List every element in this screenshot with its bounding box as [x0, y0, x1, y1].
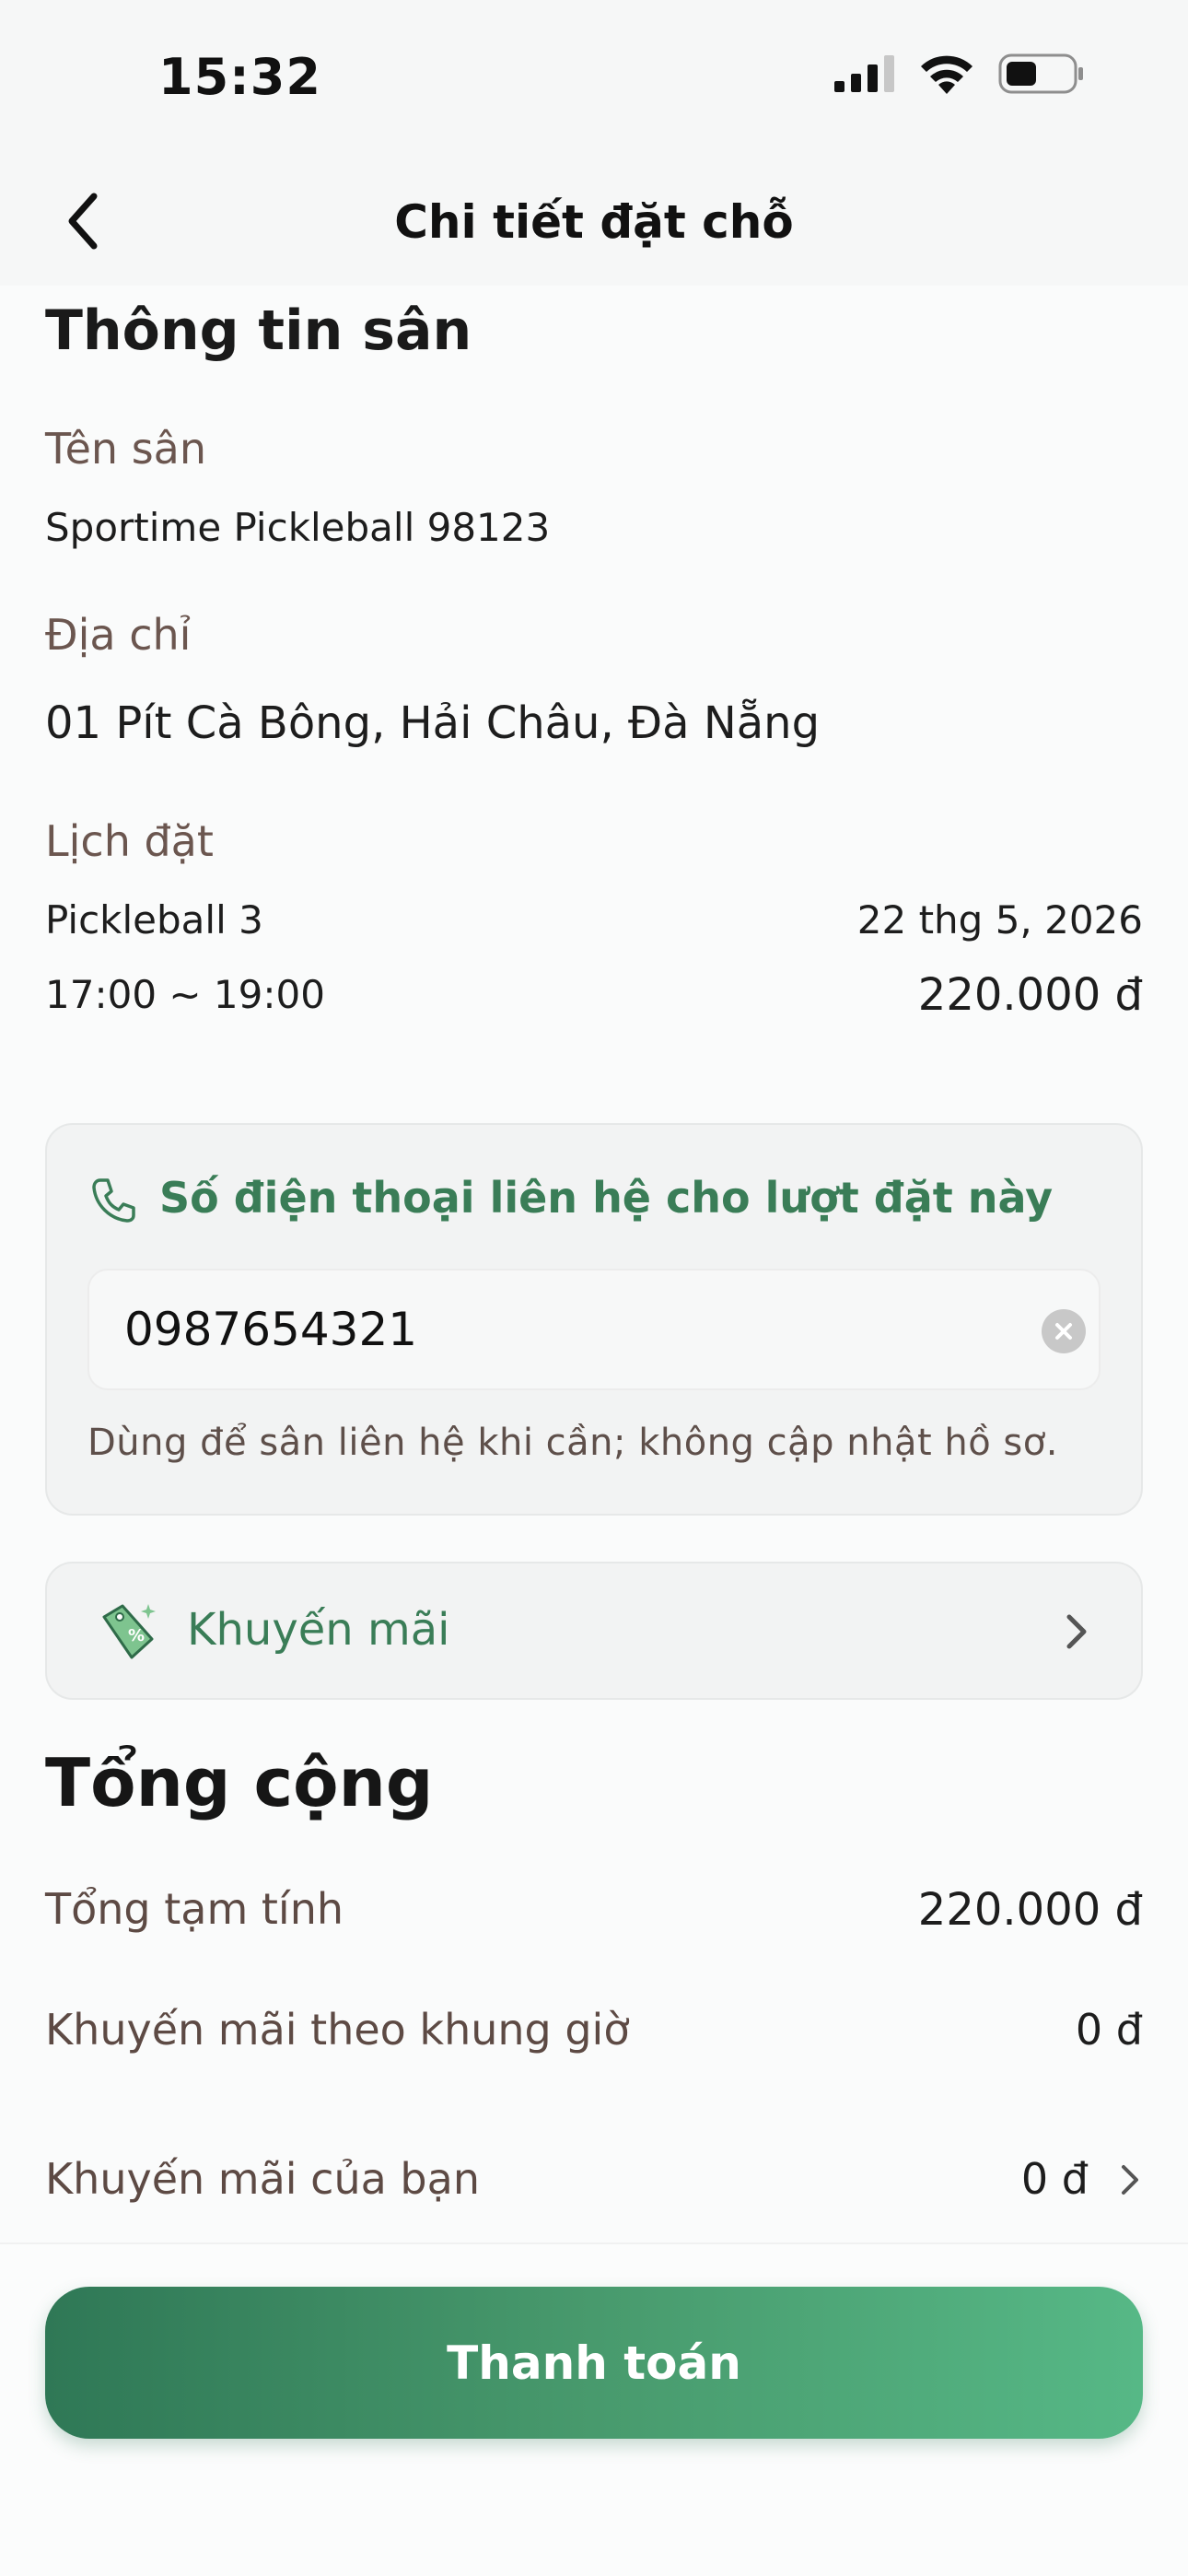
address-value: 01 Pít Cà Bông, Hải Châu, Đà Nẵng [45, 697, 821, 749]
promotion-row[interactable]: % Khuyến mãi [45, 1562, 1143, 1700]
svg-text:%: % [128, 1626, 145, 1645]
court-number: Pickleball 3 [45, 897, 263, 943]
booking-date: 22 thg 5, 2026 [856, 897, 1143, 943]
wifi-icon [921, 55, 973, 94]
clear-input-icon[interactable] [1042, 1309, 1086, 1353]
promotion-label: Khuyến mãi [187, 1604, 450, 1656]
pay-button[interactable]: Thanh toán [45, 2287, 1143, 2439]
court-name-value: Sportime Pickleball 98123 [45, 505, 551, 550]
schedule-label: Lịch đặt [45, 816, 214, 866]
cellular-signal-icon [834, 55, 894, 92]
your-discount-label: Khuyến mãi của bạn [45, 2154, 480, 2204]
contact-phone-input[interactable] [87, 1269, 1101, 1390]
address-label: Địa chỉ [45, 610, 192, 660]
court-info-heading: Thông tin sân [45, 299, 472, 363]
status-time: 15:32 [158, 48, 321, 106]
contact-phone-helper-text: Dùng để sân liên hệ khi cần; không cập n… [87, 1422, 1058, 1464]
total-heading: Tổng cộng [45, 1744, 434, 1821]
close-icon [1055, 1323, 1072, 1340]
court-name-label: Tên sân [45, 424, 207, 474]
booking-price: 220.000 đ [917, 969, 1143, 1021]
battery-icon [998, 53, 1083, 94]
your-discount-chevron-icon[interactable] [1114, 2161, 1146, 2198]
contact-phone-card: Số điện thoại liên hệ cho lượt đặt này D… [45, 1123, 1143, 1516]
your-discount-value[interactable]: 0 đ [1021, 2154, 1089, 2204]
timeslot-discount-label: Khuyến mãi theo khung giờ [45, 2005, 630, 2055]
discount-tag-icon: % [102, 1604, 156, 1659]
subtotal-label: Tổng tạm tính [45, 1884, 344, 1934]
timeslot-discount-value: 0 đ [1075, 2005, 1143, 2055]
navigation-bar: Chi tiết đặt chỗ [0, 157, 1188, 286]
phone-icon [92, 1178, 135, 1223]
status-icons [834, 53, 1085, 94]
page-title: Chi tiết đặt chỗ [394, 195, 794, 249]
booking-detail-screen: 15:32 Chi tiết đặt chỗ Thông tin sân Tên… [0, 0, 1188, 2576]
subtotal-value: 220.000 đ [917, 1884, 1143, 1936]
booking-time-range: 17:00 ~ 19:00 [45, 972, 325, 1017]
contact-phone-title: Số điện thoại liên hệ cho lượt đặt này [159, 1173, 1054, 1223]
chevron-right-icon [1066, 1614, 1087, 1649]
status-bar: 15:32 [0, 0, 1188, 157]
